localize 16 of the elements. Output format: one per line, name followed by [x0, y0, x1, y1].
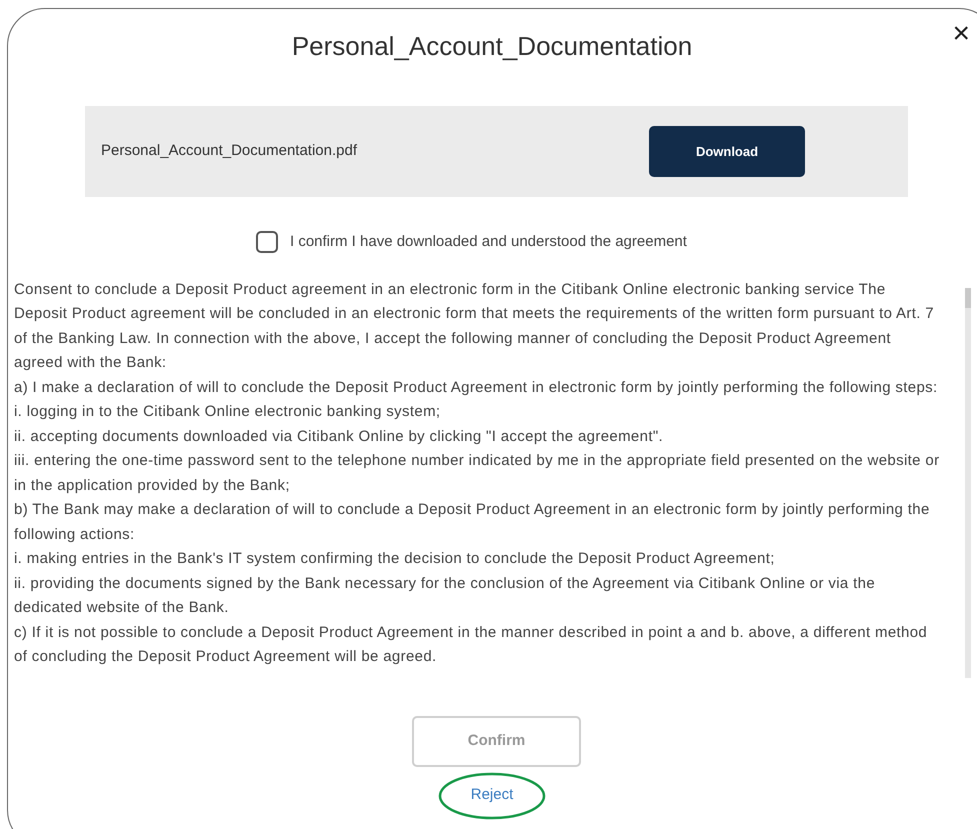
agreement-paragraph: iii. entering the one-time password sent to the telephone number indicated by me in the appropriate field presented on the website or in the application provided by the Bank; — [14, 451, 940, 496]
file-name: Personal_Account_Documentation.pdf — [101, 141, 357, 162]
agreement-paragraph: ii. providing the documents signed by the Bank necessary for the conclusion of the Agreement via Citibank Online or via the dedicated website of the Bank. — [14, 574, 876, 618]
dialog-title: Personal_Account_Documentation — [292, 30, 692, 63]
download-button[interactable]: Download — [649, 126, 805, 177]
agreement-paragraph: i. logging in to the Citibank Online electronic banking system; — [14, 402, 442, 422]
agreement-paragraph: ii. accepting documents downloaded via Citibank Online by clicking "I accept the agreement". — [14, 426, 664, 446]
checkbox[interactable] — [256, 231, 278, 254]
agreement-paragraph: Consent to conclude a Deposit Product agreement in an electronic form in the Citibank Online electronic banking service The Deposit Product agreement will be concluded in an electronic form that meets the requirements of the written form pursuant to Art. 7 of the Banking Law. In connection with the above, I accept the following manner of concluding the Deposit Product Agreement agreed with the Bank: — [14, 280, 935, 373]
agreement-paragraph: a) I make a declaration of will to conclude the Deposit Product Agreement in electronic form by jointly performing the following steps: — [14, 378, 939, 398]
agreement-paragraph: c) If it is not possible to conclude a Deposit Product Agreement in the manner described in point a and b. above, a different method of concluding the Deposit Product Agreement will be agreed. — [14, 622, 928, 667]
reject-link[interactable]: Reject — [470, 784, 514, 807]
close-button[interactable]: × — [952, 19, 970, 49]
agreement-paragraph: b) The Bank may make a declaration of will to conclude a Deposit Product Agreement in an electronic form by jointly performing the following actions: — [14, 500, 931, 544]
agreement-paragraph: i. making entries in the Bank's IT system confirming the decision to conclude the Deposit Product Agreement; — [14, 549, 776, 569]
checkbox-label: I confirm I have downloaded and understood the agreement — [290, 232, 687, 252]
